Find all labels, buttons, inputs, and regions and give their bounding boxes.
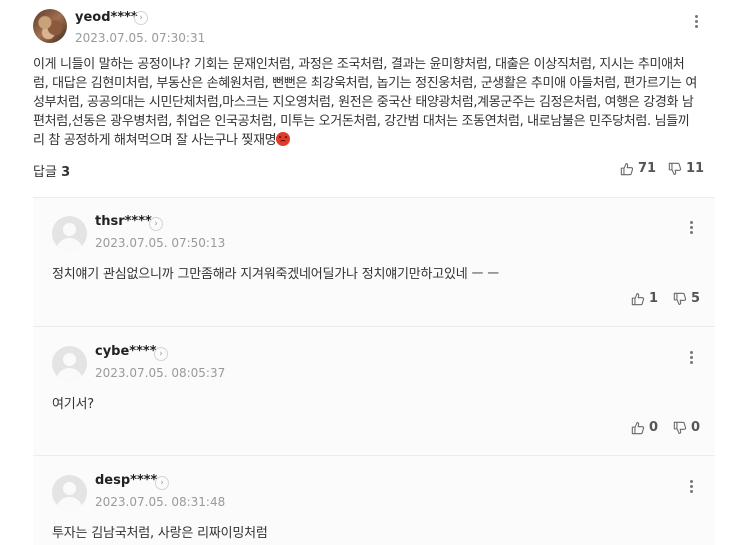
more-vertical-icon[interactable] [686,221,696,237]
reply-username[interactable]: thsr**** [95,214,152,229]
reply-username[interactable]: cybe**** [95,344,157,359]
reply-text: 투자는 김남국처럼, 사랑은 리짜이밍처럼 [52,526,268,541]
like-button[interactable]: 71 [620,161,656,176]
like-count: 1 [649,291,659,306]
avatar[interactable] [52,216,87,251]
thumbs-up-icon [620,162,634,175]
like-count: 0 [649,420,659,435]
chevron-right-icon[interactable]: › [154,347,168,361]
more-vertical-icon[interactable] [691,15,701,31]
dislike-count: 0 [691,420,701,435]
thumbs-down-icon [673,421,687,434]
avatar[interactable] [52,346,87,381]
dislike-count: 5 [691,291,701,306]
reply-date: 2023.07.05. 08:05:37 [95,366,226,380]
more-vertical-icon[interactable] [686,351,696,367]
reply-toggle-button[interactable]: 답글 3 [33,161,70,180]
dislike-count: 11 [686,161,705,176]
more-vertical-icon[interactable] [686,480,696,496]
dislike-button[interactable]: 0 [673,420,700,435]
reply-text: 여기서? [52,397,94,412]
divider [33,326,715,327]
comment-body: 이게 니들이 말하는 공정이냐? 기회는 문재인처럼, 과정은 조국처럼, 결과… [33,55,698,150]
comment-date: 2023.07.05. 07:30:31 [75,31,206,45]
reply-date: 2023.07.05. 08:31:48 [95,495,226,509]
comment-username[interactable]: yeod**** [75,10,138,25]
divider [33,455,715,456]
dislike-button[interactable]: 5 [673,291,700,306]
like-button[interactable]: 0 [631,420,658,435]
like-button[interactable]: 1 [631,291,658,306]
reply-label: 답글 [33,165,57,180]
thumbs-down-icon [668,162,682,175]
avatar[interactable] [52,475,87,510]
chevron-right-icon[interactable]: › [155,476,169,490]
reply-list: thsr**** › 2023.07.05. 07:50:13 정치얘기 관심없… [33,197,715,545]
thumbs-up-icon [631,292,645,305]
reply-username[interactable]: desp**** [95,473,157,488]
reply-date: 2023.07.05. 07:50:13 [95,236,226,250]
like-count: 71 [638,161,657,176]
dislike-button[interactable]: 11 [668,161,704,176]
main-comment: yeod**** › 2023.07.05. 07:30:31 이게 니들이 말… [0,0,730,200]
reply-count: 3 [61,165,71,180]
thumbs-up-icon [631,421,645,434]
chevron-right-icon[interactable]: › [149,217,163,231]
thumbs-down-icon [673,292,687,305]
chevron-right-icon[interactable]: › [134,11,148,25]
angry-face-icon [276,132,291,146]
avatar[interactable] [33,9,67,43]
comment-text: 이게 니들이 말하는 공정이냐? 기회는 문재인처럼, 과정은 조국처럼, 결과… [33,57,697,148]
reply-text: 정치얘기 관심없으니까 그만좀해라 지겨워죽겠네어딜가나 정치얘기만하고있네 ㅡ… [52,267,499,282]
